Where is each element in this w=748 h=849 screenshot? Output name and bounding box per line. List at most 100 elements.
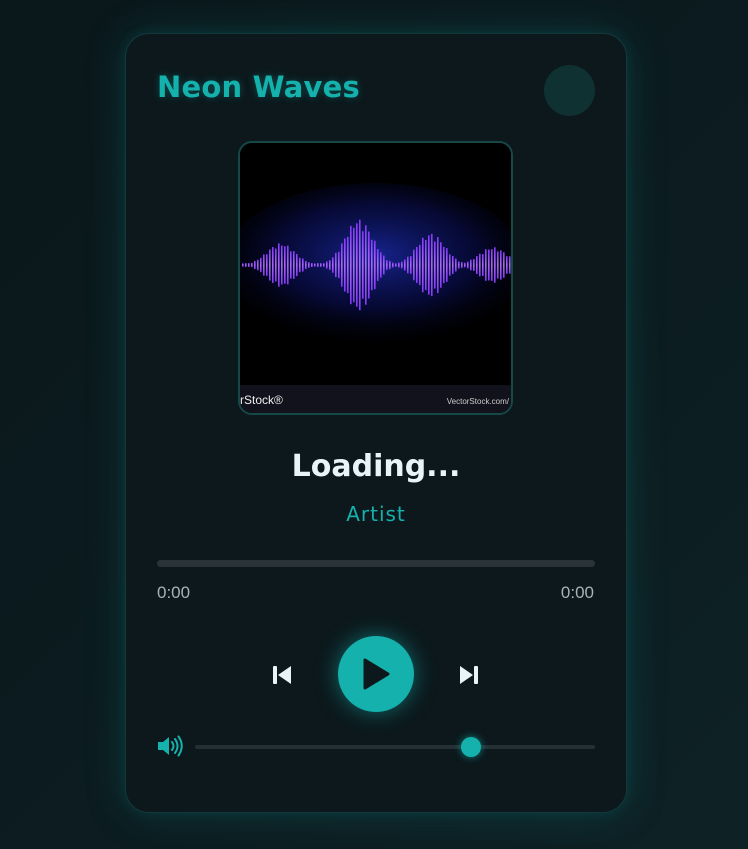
waveform-bar	[482, 253, 484, 277]
waveform-bar	[497, 251, 499, 279]
duration-time: 0:00	[560, 583, 594, 602]
waveform-bar	[491, 249, 493, 281]
track-artist: Artist	[346, 502, 406, 526]
volume-slider[interactable]	[195, 737, 595, 757]
app-title: Neon Waves	[157, 70, 360, 104]
waveform-bar	[446, 248, 448, 282]
waveform-bar	[431, 233, 433, 297]
waveform-bar	[494, 247, 496, 283]
waveform-bar	[476, 255, 478, 275]
waveform-bar	[455, 258, 457, 272]
waveform-bar	[440, 242, 442, 288]
waveform-bar	[317, 263, 319, 267]
waveform-bar	[290, 251, 292, 279]
waveform-bar	[386, 260, 388, 270]
menu-button[interactable]	[544, 65, 595, 116]
waveform-bar	[248, 263, 250, 267]
waveform-bar	[434, 241, 436, 289]
waveform-bar	[266, 254, 268, 276]
waveform-bar	[254, 260, 256, 270]
waveform-bar	[473, 259, 475, 271]
volume-icon[interactable]	[157, 735, 185, 757]
waveform-bar	[251, 262, 253, 268]
waveform-bar	[272, 247, 274, 283]
waveform-bar	[374, 240, 376, 290]
current-time: 0:00	[157, 583, 191, 602]
waveform-bar	[329, 260, 331, 270]
waveform-bar	[242, 263, 244, 267]
waveform-bar	[257, 259, 259, 271]
volume-slider-thumb[interactable]	[461, 737, 481, 757]
waveform-bar	[425, 239, 427, 291]
waveform-bar	[341, 243, 343, 287]
next-button[interactable]	[454, 660, 484, 690]
waveform-bar	[269, 249, 271, 281]
track-title: Loading...	[291, 449, 461, 484]
waveform-bar	[278, 243, 280, 287]
waveform-bar	[467, 261, 469, 269]
waveform-bar	[338, 251, 340, 279]
waveform-bar	[263, 254, 265, 276]
waveform-bar	[407, 256, 409, 274]
waveform-bar	[401, 261, 403, 269]
waveform-bar	[437, 237, 439, 293]
waveform-bar	[326, 261, 328, 269]
waveform-bar	[344, 238, 346, 292]
waveform-bar	[332, 257, 334, 273]
waveform-bar	[260, 257, 262, 273]
waveform-bar	[410, 256, 412, 274]
waveform-bar	[371, 239, 373, 291]
waveform-bar	[485, 249, 487, 281]
waveform-bar	[353, 227, 355, 303]
waveform-bar	[404, 259, 406, 271]
waveform-bar	[275, 248, 277, 282]
waveform-bar	[314, 263, 316, 267]
waveform-bar	[443, 246, 445, 284]
waveform-bar	[392, 262, 394, 268]
waveform-bar	[416, 246, 418, 284]
watermark-url: VectorStock.com/	[446, 397, 509, 406]
waveform-bar	[449, 254, 451, 276]
album-art: rStock® VectorStock.com/	[238, 141, 513, 415]
waveform-bar	[452, 255, 454, 275]
waveform-bar	[245, 263, 247, 267]
album-art-image	[240, 143, 511, 413]
waveform-bar	[356, 223, 358, 307]
play-icon	[363, 658, 390, 690]
waveform-bar	[293, 251, 295, 279]
waveform-bar	[320, 263, 322, 267]
waveform-bar	[389, 260, 391, 270]
player-card: Neon Waves rStock® VectorStock.com/ Load…	[125, 33, 627, 813]
previous-button[interactable]	[267, 660, 297, 690]
waveform-bar	[422, 237, 424, 293]
waveform-bar	[368, 231, 370, 299]
waveform-bar	[359, 219, 361, 311]
waveform-bar	[470, 259, 472, 271]
waveform-bar	[323, 263, 325, 267]
waveform-bar	[458, 261, 460, 269]
next-icon	[460, 666, 478, 684]
waveform-bar	[299, 257, 301, 273]
waveform-bar	[305, 260, 307, 270]
waveform-bar	[464, 262, 466, 268]
waveform-bar	[509, 256, 511, 274]
waveform-bar	[296, 253, 298, 277]
waveform-bar	[302, 258, 304, 272]
waveform-bar	[350, 225, 352, 305]
waveform-bar	[398, 262, 400, 268]
waveform-bar	[347, 236, 349, 294]
play-button[interactable]	[338, 636, 414, 712]
waveform-bar	[461, 262, 463, 268]
waveform-bar	[419, 244, 421, 286]
waveform-bar	[335, 252, 337, 278]
waveform-bar	[287, 245, 289, 285]
waveform-bar	[383, 255, 385, 275]
waveform-bar	[503, 252, 505, 278]
waveform-bar	[488, 249, 490, 281]
previous-icon	[273, 666, 291, 684]
progress-bar[interactable]	[157, 560, 595, 567]
waveform-bar	[281, 245, 283, 285]
waveform-bar	[365, 225, 367, 305]
waveform-bar	[362, 231, 364, 299]
waveform-bar	[500, 250, 502, 280]
